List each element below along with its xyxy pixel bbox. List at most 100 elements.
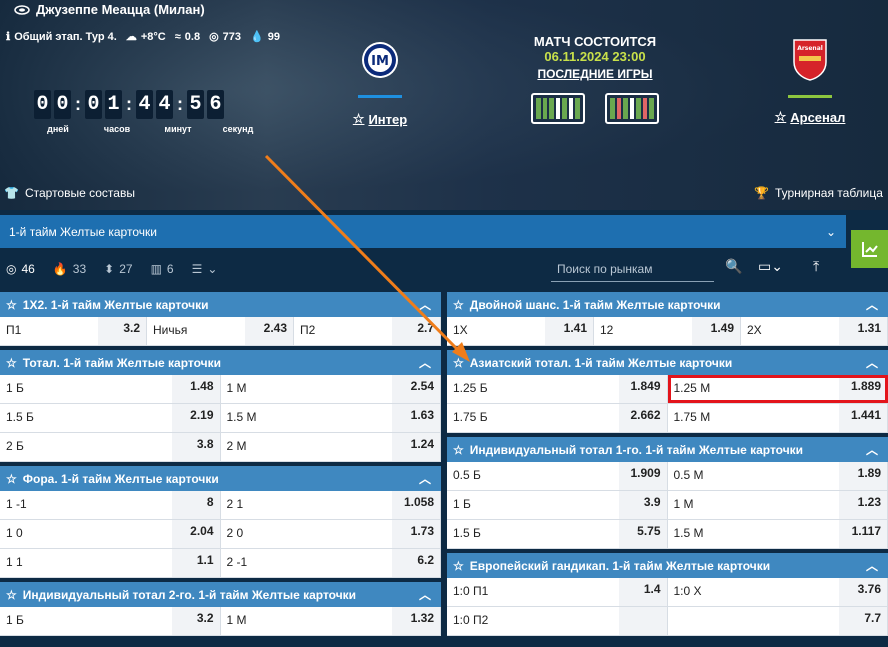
odds-cell[interactable]: 1.75 Б 2.662	[447, 404, 668, 432]
odds-cell[interactable]: П1 3.2	[0, 317, 147, 345]
odds-cell[interactable]: 1 -1 8	[0, 491, 221, 519]
market-group-select[interactable]: 1-й тайм Желтые карточки ⌄	[0, 215, 846, 248]
odds-value: 2.7	[392, 317, 440, 345]
chevron-up-icon[interactable]: ︿	[866, 354, 878, 371]
odds-cell[interactable]: 1 Б 3.9	[447, 491, 668, 519]
market-header[interactable]: ☆ Индивидуальный тотал 2-го. 1-й тайм Жел…	[0, 582, 441, 607]
odds-cell[interactable]: 2 Б 3.8	[0, 433, 221, 461]
odds-row: 1 Б 1.48 1 М 2.54	[0, 375, 441, 404]
odds-cell[interactable]: 1 М 1.32	[220, 607, 441, 635]
match-status: МАТЧ СОСТОИТСЯ 06.11.2024 23:00 ПОСЛЕДНИ…	[520, 34, 670, 81]
market-title: Двойной шанс. 1-й тайм Желтые карточки	[469, 297, 721, 312]
chevron-up-icon[interactable]: ︿	[419, 586, 431, 603]
chevron-down-icon: ⌄	[207, 262, 218, 276]
outcome-label: 1:0 П1	[447, 578, 619, 606]
odds-cell[interactable]: 1Х 1.41	[447, 317, 594, 345]
odds-cell[interactable]: 1.25 М 1.889	[667, 375, 888, 403]
odds-cell[interactable]: П2 2.7	[294, 317, 441, 345]
chevron-up-icon[interactable]: ︿	[419, 470, 431, 487]
pressure-icon: ◎	[209, 31, 219, 43]
odds-value	[618, 607, 667, 635]
odds-cell[interactable]: 0.5 Б 1.909	[447, 462, 668, 490]
odds-cell[interactable]: 1.25 Б 1.849	[447, 375, 668, 403]
stats-icon: ▥	[150, 262, 162, 276]
tab-all[interactable]: ◎ 46	[6, 262, 35, 276]
standings-label: Турнирная таблица	[774, 186, 883, 200]
odds-cell[interactable]: 2Х 1.31	[741, 317, 888, 345]
market-header[interactable]: ☆ 1Х2. 1-й тайм Желтые карточки ︿	[0, 292, 441, 317]
odds-cell[interactable]: 12 1.49	[594, 317, 741, 345]
tab-list[interactable]: ☰ ⌄	[192, 262, 218, 276]
odds-cell[interactable]: 1 М 2.54	[220, 375, 441, 403]
chevron-up-icon[interactable]: ︿	[866, 441, 878, 458]
form-bar	[575, 98, 581, 119]
chevron-up-icon[interactable]: ︿	[419, 354, 431, 371]
odds-cell[interactable]: 1:0 П1 1.4	[447, 578, 668, 606]
market-header[interactable]: ☆ Тотал. 1-й тайм Желтые карточки ︿	[0, 350, 441, 375]
chevron-up-icon[interactable]: ︿	[866, 557, 878, 574]
odds-cell[interactable]: 1:0 П2	[447, 607, 668, 635]
favorite-star-icon[interactable]: ☆	[775, 109, 787, 125]
chevron-up-icon[interactable]: ︿	[419, 296, 431, 313]
odds-cell[interactable]: 2 0 1.73	[220, 520, 441, 548]
humidity-value: 99	[267, 30, 280, 43]
favorite-star-icon[interactable]: ☆	[6, 472, 17, 486]
outcome-label: П2	[294, 317, 392, 345]
standings-link[interactable]: 🏆 Турнирная таблица	[754, 186, 883, 200]
odds-cell[interactable]: 1.5 Б 5.75	[447, 520, 668, 548]
market-header[interactable]: ☆ Двойной шанс. 1-й тайм Желтые карточки ︿	[447, 292, 888, 317]
odds-cell[interactable]: 1.75 М 1.441	[667, 404, 888, 432]
market-header[interactable]: ☆ Индивидуальный тотал 1-го. 1-й тайм Жел…	[447, 437, 888, 462]
home-team[interactable]: IM ☆ Интер	[345, 40, 415, 127]
timer-digit: 1	[105, 90, 122, 119]
odds-cell[interactable]: Ничья 2.43	[147, 317, 294, 345]
odds-cell[interactable]: 1.5 Б 2.19	[0, 404, 221, 432]
timer-label-seconds: секунд	[222, 124, 254, 134]
favorite-star-icon[interactable]: ☆	[453, 298, 464, 312]
form-bar	[549, 98, 554, 119]
search-icon[interactable]: 🔍	[725, 258, 742, 275]
odds-cell[interactable]: 1:0 Х 3.76	[667, 578, 888, 606]
market-header[interactable]: ☆ Европейский гандикап. 1-й тайм Желтые к…	[447, 553, 888, 578]
odds-cell[interactable]: 1.5 М 1.117	[667, 520, 888, 548]
market-block: ☆ Фора. 1-й тайм Желтые карточки ︿ 1 -1 8 2 1…	[0, 466, 441, 578]
odds-cell[interactable]: 1 1 1.1	[0, 549, 221, 577]
favorite-star-icon[interactable]: ☆	[453, 443, 464, 457]
odds-row: 1 Б 3.9 1 М 1.23	[447, 491, 888, 520]
market-block: ☆ Азиатский тотал. 1-й тайм Желтые карточ…	[447, 350, 888, 433]
market-header[interactable]: ☆ Азиатский тотал. 1-й тайм Желтые карточ…	[447, 350, 888, 375]
tab-updown[interactable]: ⬍ 27	[104, 262, 132, 276]
odds-cell[interactable]: 1 0 2.04	[0, 520, 221, 548]
wind-value: 0.8	[184, 30, 201, 43]
favorite-star-icon[interactable]: ☆	[6, 356, 17, 370]
odds-cell[interactable]: 1.5 М 1.63	[220, 404, 441, 432]
odds-cell[interactable]: 2 -1 6.2	[220, 549, 441, 577]
odds-cell[interactable]: 0.5 М 1.89	[667, 462, 888, 490]
lineups-link[interactable]: 👕 Стартовые составы	[4, 186, 135, 200]
favorite-star-icon[interactable]: ☆	[353, 111, 365, 127]
away-team[interactable]: Arsenal ☆ Арсенал	[770, 38, 850, 125]
home-form-chart[interactable]	[531, 93, 585, 124]
chevron-up-icon[interactable]: ︿	[866, 296, 878, 313]
tab-popular[interactable]: 🔥 33	[53, 262, 86, 276]
odds-cell[interactable]: 7.7	[667, 607, 888, 635]
recent-games-link[interactable]: ПОСЛЕДНИЕ ИГРЫ	[520, 67, 670, 81]
odds-cell[interactable]: 1 М 1.23	[667, 491, 888, 519]
odds-cell[interactable]: 1 Б 1.48	[0, 375, 221, 403]
odds-cell[interactable]: 1 Б 3.2	[0, 607, 221, 635]
layout-toggle[interactable]: ▭ ⌄	[758, 258, 783, 275]
tab-stats[interactable]: ▥ 6	[151, 262, 174, 276]
odds-cell[interactable]: 2 М 1.24	[220, 433, 441, 461]
away-form-chart[interactable]	[605, 93, 659, 124]
timer-label-minutes: минут	[164, 124, 192, 134]
favorite-star-icon[interactable]: ☆	[6, 588, 17, 602]
collapse-icon[interactable]: ⤒	[813, 258, 819, 275]
odds-cell[interactable]: 2 1 1.058	[220, 491, 441, 519]
favorite-star-icon[interactable]: ☆	[6, 298, 17, 312]
market-search-input[interactable]: Поиск по рынкам	[551, 256, 714, 282]
favorite-star-icon[interactable]: ☆	[453, 559, 464, 573]
market-header[interactable]: ☆ Фора. 1-й тайм Желтые карточки ︿	[0, 466, 441, 491]
market-title: Индивидуальный тотал 2-го. 1-й тайм Желт…	[22, 587, 357, 602]
outcome-label: 12	[594, 317, 692, 345]
favorite-star-icon[interactable]: ☆	[453, 356, 464, 370]
